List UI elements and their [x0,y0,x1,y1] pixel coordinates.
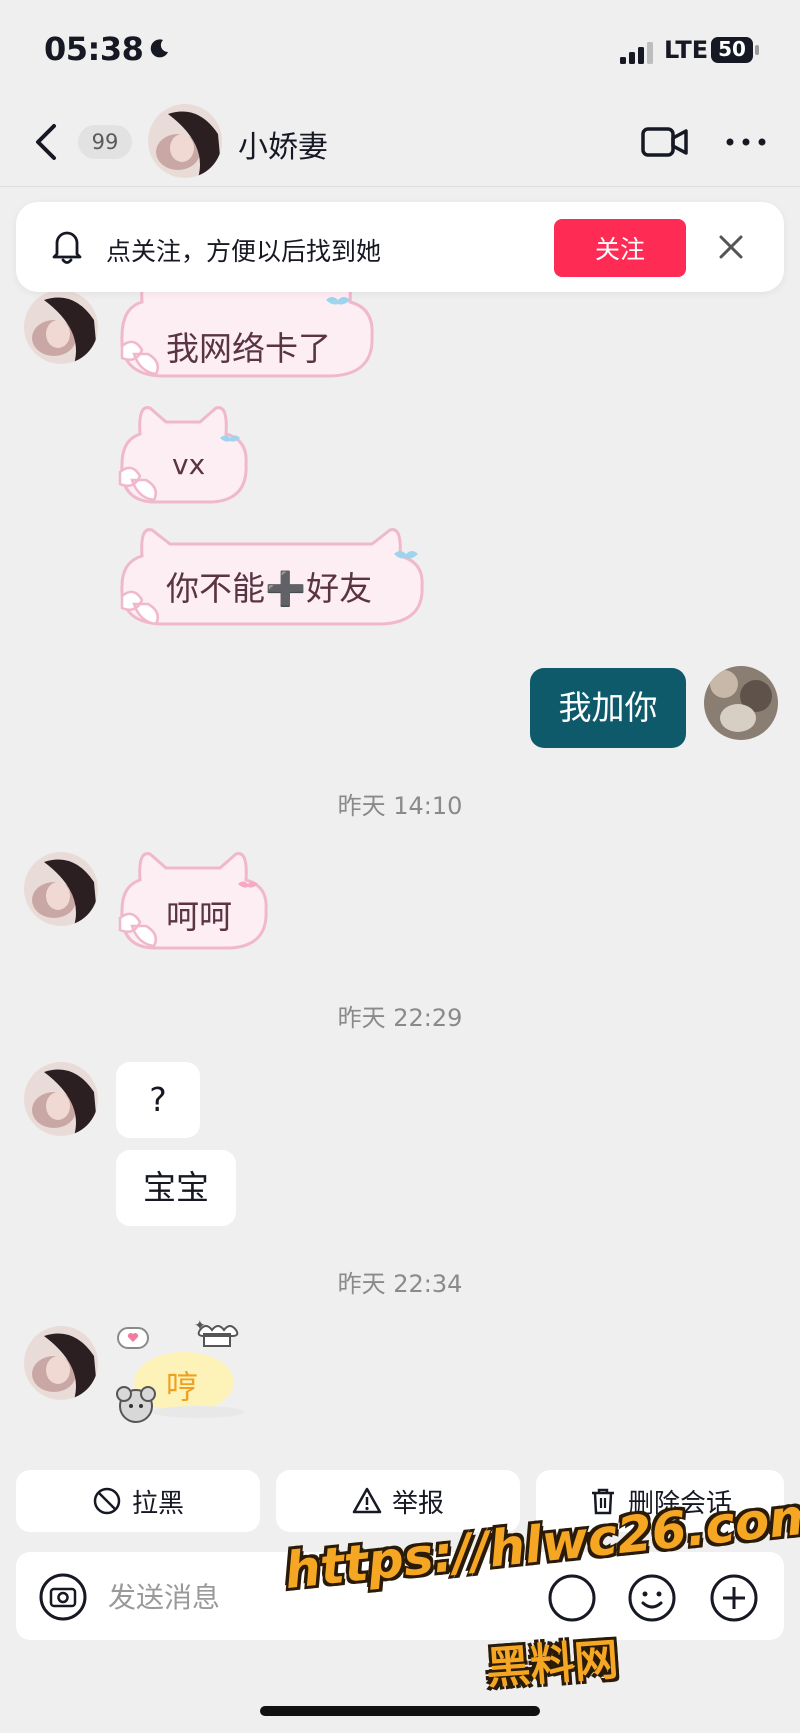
my-message-bubble[interactable]: 我加你 [530,668,686,748]
camera-icon[interactable] [38,1572,88,1622]
moon-icon [150,39,168,58]
message-avatar[interactable] [24,852,98,926]
battery-level: 50 [718,37,746,61]
my-avatar[interactable] [704,666,778,740]
message-avatar[interactable] [24,290,98,364]
emoji-icon[interactable] [626,1572,678,1624]
plus-icon[interactable] [708,1572,760,1624]
video-call-icon[interactable] [640,122,690,162]
back-arrow-icon[interactable] [30,118,64,166]
signal-icon [620,42,653,64]
message-text: 你不能➕好友 [166,569,373,608]
message-text: 呵呵 [166,897,232,936]
sticker-message[interactable]: ✦ 哼 [112,1320,252,1430]
message-avatar[interactable] [24,1062,98,1136]
contact-avatar[interactable] [148,104,222,178]
close-icon[interactable] [716,232,746,262]
message-text: 我网络卡了 [166,329,331,368]
contact-name: 小娇妻 [238,130,328,165]
svg-text:✦: ✦ [194,1320,206,1334]
message-text: vx [172,448,206,481]
warning-icon [352,1487,382,1514]
report-label: 举报 [391,1488,444,1519]
follow-prompt-text: 点关注，方便以后找到她 [106,237,382,266]
message-bubble[interactable]: ? [116,1062,200,1138]
more-options-icon[interactable] [724,128,768,156]
voice-icon[interactable] [546,1572,598,1624]
status-time: 05:38 [44,30,144,68]
unread-count-badge: 99 [78,125,132,159]
network-label: LTE [664,36,709,64]
bell-icon [52,231,82,264]
follow-banner: 点关注，方便以后找到她 关注 [16,202,784,292]
battery-icon: 50 [710,36,760,64]
block-label: 拉黑 [131,1488,184,1519]
message-avatar[interactable] [24,1326,98,1400]
follow-button[interactable]: 关注 [554,219,686,277]
timestamp: 昨天 22:29 [337,1004,463,1032]
header-divider [0,186,800,187]
block-icon [93,1487,121,1515]
timestamp: 昨天 22:34 [337,1270,463,1298]
home-indicator [260,1706,540,1716]
block-button[interactable]: 拉黑 [16,1470,260,1532]
watermark-site-name: 黑料网 [484,1634,620,1695]
sticker-text: 哼 [166,1368,199,1406]
message-bubble[interactable]: 宝宝 [116,1150,236,1226]
timestamp: 昨天 14:10 [337,792,463,820]
